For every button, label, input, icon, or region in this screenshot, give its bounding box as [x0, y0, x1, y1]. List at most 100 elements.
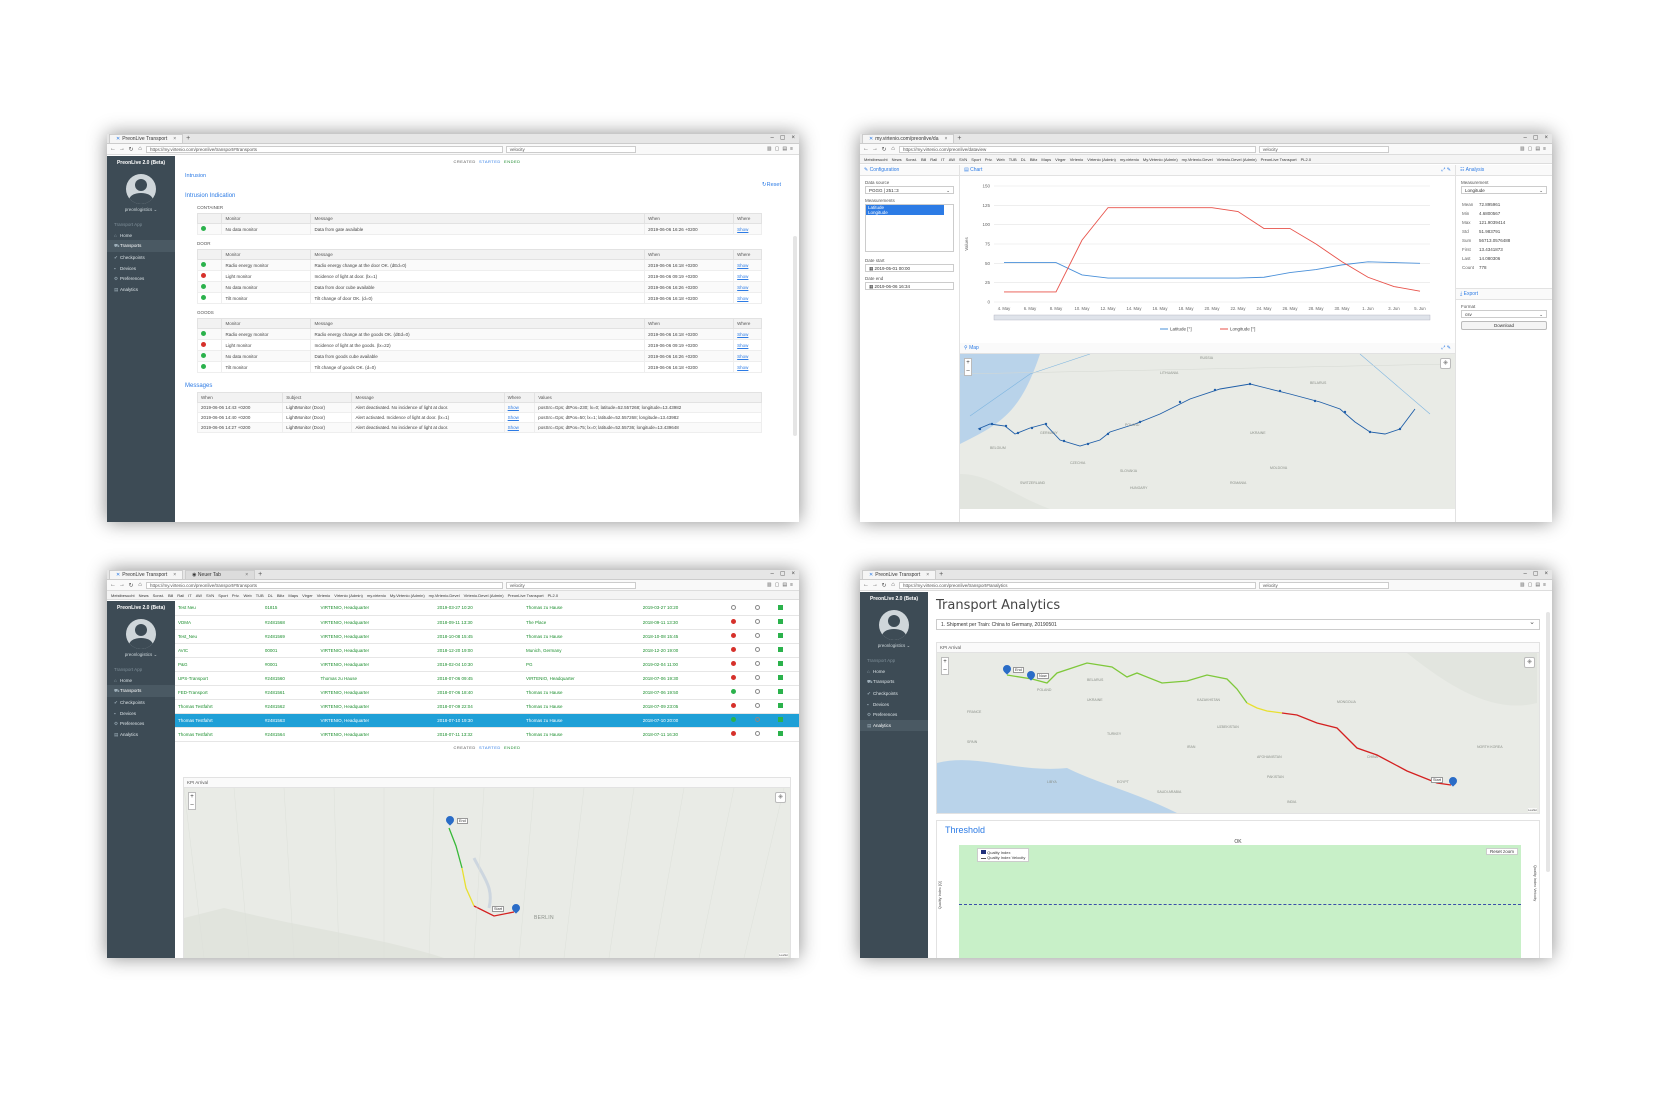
arrival-map[interactable]: + – ◈ End Start BERLIN Leaflet — [184, 788, 790, 958]
column-header[interactable]: Values — [534, 392, 762, 403]
bookmark-item[interactable]: Virtenio — [317, 593, 331, 598]
route-point[interactable] — [1062, 439, 1066, 443]
minimize-icon[interactable]: – — [1523, 134, 1526, 143]
forward-icon[interactable]: → — [872, 146, 878, 152]
zoom-control[interactable]: + – — [941, 657, 949, 675]
bookmark-item[interactable]: Maps — [1041, 157, 1051, 162]
column-header[interactable]: When — [644, 318, 735, 329]
zoom-out-button[interactable]: – — [189, 801, 195, 809]
column-header[interactable]: When — [644, 249, 735, 260]
bookmark-item[interactable]: TUB — [256, 593, 264, 598]
layers-icon[interactable]: ◈ — [1440, 358, 1451, 369]
close-icon[interactable]: × — [173, 571, 176, 579]
sidebar-item-checkpoints[interactable]: ✔ Checkpoints — [107, 697, 175, 708]
bookmark-item[interactable]: Sonst. — [153, 593, 164, 598]
scrollbar[interactable] — [793, 236, 797, 436]
legend-item[interactable]: Quality Index Velocity — [981, 855, 1025, 860]
show-link[interactable]: Show — [737, 354, 748, 359]
filter-created[interactable]: CREATED — [453, 159, 475, 164]
sidebar-item-checkpoints[interactable]: ✔ Checkpoints — [860, 688, 928, 699]
minimize-icon[interactable]: – — [770, 134, 773, 143]
bookmark-item[interactable]: Blitz — [277, 593, 285, 598]
home-icon[interactable]: ⌂ — [137, 582, 143, 588]
reload-icon[interactable]: ↻ — [128, 146, 134, 153]
series-line-latitude[interactable] — [1004, 261, 1421, 279]
sidebar-item-preferences[interactable]: ⚙ Preferences — [107, 273, 175, 284]
bookmark-item[interactable]: DL — [1021, 157, 1026, 162]
download-button[interactable]: Download — [1461, 321, 1547, 330]
new-tab-button[interactable]: + — [183, 134, 193, 143]
bookmark-item[interactable]: my.virtenio — [1120, 157, 1139, 162]
column-header[interactable]: Message — [310, 213, 646, 224]
sidebar-item-checkpoints[interactable]: ✔ Checkpoints — [107, 252, 175, 263]
reload-icon[interactable]: ↻ — [881, 582, 887, 589]
action-cell[interactable] — [775, 699, 799, 714]
close-window-icon[interactable]: × — [1544, 570, 1548, 579]
bookmark-item[interactable]: Sport — [218, 593, 228, 598]
route-point[interactable] — [1278, 389, 1282, 393]
home-icon[interactable]: ⌂ — [890, 582, 896, 588]
show-link[interactable]: Show — [737, 274, 748, 279]
route-point[interactable] — [978, 427, 982, 431]
sidebar-item-preferences[interactable]: ⚙ Preferences — [860, 709, 928, 720]
address-input[interactable]: https://my.virtenio.com/preonlive/transp… — [146, 581, 503, 589]
route-segment-yellow[interactable] — [461, 867, 475, 907]
show-link[interactable]: Show — [737, 343, 748, 348]
maximize-icon[interactable]: ▢ — [780, 134, 786, 143]
bookmark-item[interactable]: PreonLive Transport — [1261, 157, 1297, 162]
open-icon[interactable] — [778, 619, 784, 624]
sidebar-item-analytics[interactable]: ▤ Analytics — [107, 284, 175, 295]
bookmark-item[interactable]: Rail — [930, 157, 937, 162]
sidebar-item-devices[interactable]: ▪ Devices — [107, 708, 175, 718]
route-point[interactable] — [1343, 410, 1347, 414]
action-cell[interactable] — [775, 727, 799, 742]
format-select[interactable]: csv ⌄ — [1461, 310, 1547, 318]
column-header[interactable]: Subject — [282, 392, 353, 403]
back-icon[interactable]: ← — [110, 582, 116, 588]
bookmark-item[interactable]: SVN — [206, 593, 214, 598]
legend-label[interactable]: Latitude [°] — [1170, 327, 1192, 332]
bookmark-item[interactable]: Web — [997, 157, 1005, 162]
close-icon[interactable]: × — [944, 135, 947, 143]
bookmark-item[interactable]: TUB — [1009, 157, 1017, 162]
column-header[interactable]: Monitor — [221, 249, 312, 260]
bookmark-item[interactable]: PL2.0 — [1301, 157, 1311, 162]
table-row[interactable]: Thomas Testfahrt #2481562 VIRTENIO, Headqu… — [175, 699, 799, 714]
bookmark-item[interactable]: Web — [244, 593, 252, 598]
bookmark-item[interactable]: AW — [949, 157, 955, 162]
scrollbar[interactable] — [1546, 612, 1550, 872]
bookmark-item[interactable]: Meistbesucht — [111, 593, 135, 598]
filter-started[interactable]: STARTED — [479, 159, 501, 164]
avatar[interactable] — [126, 619, 156, 649]
show-link[interactable]: Show — [508, 415, 519, 420]
threshold-plot[interactable]: Quality Index Quality Index Velocity Res… — [959, 845, 1521, 958]
table-row[interactable]: Thomas Testfahrt #2481564 VIRTENIO, Headqu… — [175, 727, 799, 742]
reset-zoom-button[interactable]: Reset zoom — [1485, 848, 1518, 855]
action-cell[interactable] — [775, 685, 799, 700]
column-header[interactable]: Message — [310, 318, 646, 329]
table-row[interactable]: AVIC 00001 VIRTENIO, Headquarter 2018-12-20… — [175, 643, 799, 658]
bookmark-item[interactable]: IT — [941, 157, 945, 162]
zoom-in-button[interactable]: + — [942, 658, 948, 666]
bookmark-item[interactable]: Virger — [302, 593, 313, 598]
filter-ended[interactable]: ENDED — [504, 159, 521, 164]
show-link[interactable]: Show — [508, 405, 519, 410]
avatar[interactable] — [879, 610, 909, 640]
toolbar-icons[interactable]: ▥▢▤≡ — [767, 582, 796, 588]
search-input[interactable]: velocity — [505, 581, 637, 589]
home-icon[interactable]: ⌂ — [890, 146, 896, 152]
table-row[interactable]: P&G #0001 VIRTENIO, Headquarter 2019-02-04 … — [175, 657, 799, 672]
shipment-select[interactable]: 1. Shipment per Train: China to Germany,… — [936, 618, 1540, 630]
back-icon[interactable]: ← — [863, 582, 869, 588]
search-input[interactable]: velocity — [1258, 581, 1390, 589]
sidebar-item-transports[interactable]: ⛟Transports — [860, 676, 928, 688]
bookmark-item[interactable]: Sonst. — [906, 157, 917, 162]
data-source-select[interactable]: PGGG | 251::3 ⌄ — [865, 186, 954, 194]
route-point[interactable] — [990, 422, 994, 426]
table-row[interactable]: UPS-Transport #2481560 Thomas zu Hause 2018… — [175, 671, 799, 686]
route-point[interactable] — [1213, 388, 1217, 392]
table-row[interactable]: VDMA #2481568 VIRTENIO, Headquarter 2018-09… — [175, 615, 799, 630]
open-icon[interactable] — [778, 647, 784, 652]
bookmark-item[interactable]: Virtenio (Admin) — [334, 593, 363, 598]
column-header[interactable]: Where — [733, 318, 762, 329]
